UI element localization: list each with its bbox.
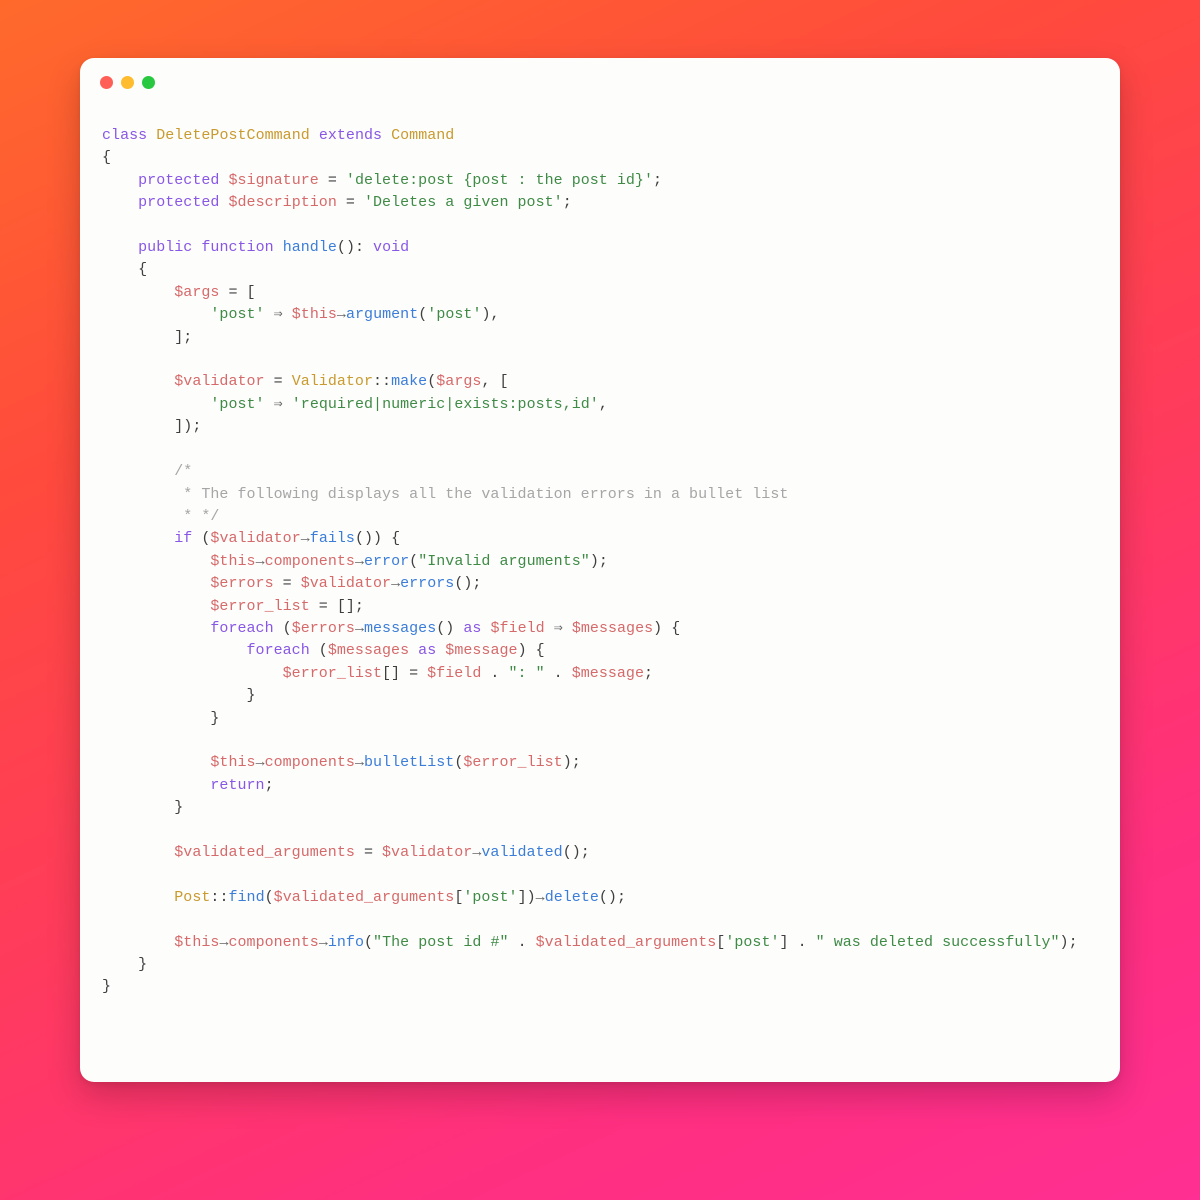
var-this3: $this <box>210 754 255 771</box>
fn-messages: messages <box>364 620 436 637</box>
var-messages: $messages <box>572 620 653 637</box>
fn-validated: validated <box>481 844 562 861</box>
var-errorlist1: $error_list <box>210 598 309 615</box>
var-validator1: $validator <box>174 373 264 390</box>
var-validator4: $validator <box>382 844 472 861</box>
arrow6: → <box>355 620 364 637</box>
var-components3: components <box>228 934 318 951</box>
fn-handle: handle <box>283 239 337 256</box>
fn-make: make <box>391 373 427 390</box>
base-class: Command <box>391 127 454 144</box>
kw-function: function <box>201 239 273 256</box>
fn-info: info <box>328 934 364 951</box>
fn-delete: delete <box>545 889 599 906</box>
var-this1: $this <box>292 306 337 323</box>
var-this2: $this <box>210 553 255 570</box>
str-info-pre: "The post id #" <box>373 934 508 951</box>
darrow3: ⇒ <box>554 620 563 637</box>
arrow7: → <box>256 754 265 771</box>
kw-as1: as <box>463 620 481 637</box>
code-window: class DeletePostCommand extends Command … <box>80 58 1120 1082</box>
str-description: 'Deletes a given post' <box>364 194 563 211</box>
kw-protected2: protected <box>138 194 219 211</box>
var-errorlist2: $error_list <box>283 665 382 682</box>
arrow2: → <box>301 530 310 547</box>
var-validated3: $validated_arguments <box>536 934 717 951</box>
str-post4: 'post' <box>463 889 517 906</box>
var-errors: $errors <box>210 575 273 592</box>
var-field2: $field <box>427 665 481 682</box>
kw-void: void <box>373 239 409 256</box>
kw-public: public <box>138 239 192 256</box>
fn-errors: errors <box>400 575 454 592</box>
var-signature: $signature <box>228 172 318 189</box>
arrow4: → <box>355 553 364 570</box>
var-description: $description <box>228 194 336 211</box>
fn-bulletlist: bulletList <box>364 754 454 771</box>
var-args: $args <box>174 284 219 301</box>
str-invalid: "Invalid arguments" <box>418 553 590 570</box>
kw-protected1: protected <box>138 172 219 189</box>
zoom-icon[interactable] <box>142 76 155 89</box>
str-signature: 'delete:post {post : the post id}' <box>346 172 653 189</box>
kw-class: class <box>102 127 147 144</box>
arrow10: → <box>536 889 545 906</box>
comment-l2: * The following displays all the validat… <box>174 486 788 503</box>
kw-as2: as <box>418 642 436 659</box>
kw-extends: extends <box>319 127 382 144</box>
var-this4: $this <box>174 934 219 951</box>
var-components2: components <box>265 754 355 771</box>
cls-post: Post <box>174 889 210 906</box>
kw-if: if <box>174 530 192 547</box>
classname: DeletePostCommand <box>156 127 310 144</box>
str-rules: 'required|numeric|exists:posts,id' <box>292 396 599 413</box>
comment-l3: * */ <box>174 508 219 525</box>
var-validated1: $validated_arguments <box>174 844 355 861</box>
window-titlebar <box>80 58 1120 89</box>
fn-fails: fails <box>310 530 355 547</box>
cls-validator: Validator <box>292 373 373 390</box>
var-args2: $args <box>436 373 481 390</box>
var-validated2: $validated_arguments <box>274 889 455 906</box>
comment-l1: /* <box>174 463 192 480</box>
str-post1: 'post' <box>210 306 264 323</box>
str-colon: ": " <box>508 665 544 682</box>
minimize-icon[interactable] <box>121 76 134 89</box>
code-block: class DeletePostCommand extends Command … <box>80 89 1120 1021</box>
var-field: $field <box>490 620 544 637</box>
fn-argument: argument <box>346 306 418 323</box>
var-errors2: $errors <box>292 620 355 637</box>
arrow3: → <box>256 553 265 570</box>
var-components1: components <box>265 553 355 570</box>
darrow2: ⇒ <box>274 396 283 413</box>
arrow8: → <box>355 754 364 771</box>
kw-return: return <box>210 777 264 794</box>
str-post5: 'post' <box>725 934 779 951</box>
str-info-suf: " was deleted successfully" <box>816 934 1060 951</box>
var-messages2: $messages <box>328 642 409 659</box>
fn-error: error <box>364 553 409 570</box>
kw-foreach2: foreach <box>247 642 310 659</box>
var-errorlist3: $error_list <box>463 754 562 771</box>
fn-find: find <box>228 889 264 906</box>
close-icon[interactable] <box>100 76 113 89</box>
arrow5: → <box>391 575 400 592</box>
kw-foreach1: foreach <box>210 620 273 637</box>
str-post3: 'post' <box>210 396 264 413</box>
str-post2: 'post' <box>427 306 481 323</box>
var-validator2: $validator <box>210 530 300 547</box>
arrow12: → <box>319 934 328 951</box>
arrow1: → <box>337 306 346 323</box>
var-message: $message <box>445 642 517 659</box>
var-message2: $message <box>572 665 644 682</box>
darrow1: ⇒ <box>274 306 283 323</box>
var-validator3: $validator <box>301 575 391 592</box>
